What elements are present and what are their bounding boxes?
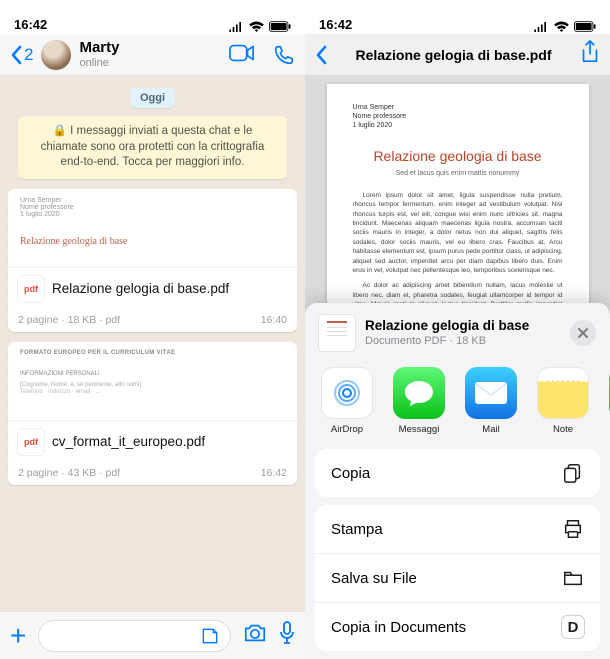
contact-title-block[interactable]: Marty online <box>79 40 221 69</box>
message-bubble[interactable]: Urna Semper Nome professore 1 luglio 202… <box>8 189 297 332</box>
action-print[interactable]: Stampa <box>315 505 600 553</box>
whatsapp-chat-screen: 16:42 2 Marty online Oggi 🔒 <box>0 0 305 659</box>
action-copy[interactable]: Copia <box>315 449 600 497</box>
file-meta: 2 pagine · 18 KB · pdf 16:40 <box>8 310 297 332</box>
share-title: Relazione gelogia di base <box>365 318 560 334</box>
back-count: 2 <box>24 45 33 65</box>
file-meta: 2 pagine · 43 KB · pdf 16:42 <box>8 463 297 485</box>
back-button[interactable]: 2 <box>10 45 33 65</box>
copy-icon <box>562 462 584 484</box>
document-viewer-screen: 16:42 Relazione gelogia di base.pdf Urna… <box>305 0 610 659</box>
presence-text: online <box>79 57 221 69</box>
airdrop-icon <box>321 367 373 419</box>
share-apps-row[interactable]: AirDrop Messaggi Mail Note <box>305 363 610 449</box>
print-icon <box>562 518 584 540</box>
page-heading: Relazione geologia di base <box>353 146 563 166</box>
status-time: 16:42 <box>319 17 352 32</box>
contact-name: Marty <box>79 40 221 57</box>
file-name: cv_format_it_europeo.pdf <box>52 434 287 450</box>
share-thumbnail <box>319 315 355 351</box>
document-preview: Urna Semper Nome professore 1 luglio 202… <box>8 189 297 267</box>
avatar[interactable] <box>41 40 71 70</box>
file-name: Relazione gelogia di base.pdf <box>52 281 287 297</box>
sticker-icon[interactable] <box>200 626 220 646</box>
share-sheet: Relazione gelogia di base Documento PDF … <box>305 303 610 659</box>
chat-header: 2 Marty online <box>0 34 305 76</box>
share-actions-group-1: Copia <box>315 449 600 497</box>
documents-app-icon: D <box>562 616 584 638</box>
mic-button[interactable] <box>279 621 295 650</box>
notes-icon <box>537 367 589 419</box>
message-time: 16:42 <box>261 467 287 479</box>
day-chip: Oggi <box>130 88 175 108</box>
message-time: 16:40 <box>261 314 287 326</box>
file-row[interactable]: pdf cv_format_it_europeo.pdf <box>8 420 297 463</box>
message-bubble[interactable]: FORMATO EUROPEO PER IL CURRICULUM VITAE … <box>8 342 297 485</box>
share-app-messages[interactable]: Messaggi <box>391 367 447 435</box>
status-bar: 16:42 <box>0 0 305 34</box>
folder-icon <box>562 567 584 589</box>
pdf-icon: pdf <box>18 429 44 455</box>
back-button[interactable] <box>315 45 327 65</box>
lock-icon: 🔒 <box>53 125 67 137</box>
status-indicators <box>228 21 291 32</box>
chat-body[interactable]: Oggi 🔒 I messaggi inviati a questa chat … <box>0 76 305 611</box>
compose-bar: + <box>0 611 305 659</box>
share-app-mail[interactable]: Mail <box>463 367 519 435</box>
document-title: Relazione gelogia di base.pdf <box>335 47 572 63</box>
status-time: 16:42 <box>14 17 47 32</box>
document-preview: FORMATO EUROPEO PER IL CURRICULUM VITAE … <box>8 342 297 420</box>
close-button[interactable] <box>570 320 596 346</box>
action-save-file[interactable]: Salva su File <box>315 553 600 602</box>
share-app-notes[interactable]: Note <box>535 367 591 435</box>
status-bar: 16:42 <box>305 0 610 34</box>
mail-icon <box>465 367 517 419</box>
encryption-notice[interactable]: 🔒 I messaggi inviati a questa chat e le … <box>18 116 287 179</box>
messages-icon <box>393 367 445 419</box>
camera-button[interactable] <box>243 623 267 648</box>
status-indicators <box>533 21 596 32</box>
pdf-icon: pdf <box>18 276 44 302</box>
share-button[interactable] <box>580 40 600 69</box>
attach-button[interactable]: + <box>10 622 26 650</box>
share-header: Relazione gelogia di base Documento PDF … <box>305 315 610 363</box>
share-actions-group-2: Stampa Salva su File Copia in Documents … <box>315 505 600 651</box>
message-input[interactable] <box>38 620 231 652</box>
file-row[interactable]: pdf Relazione gelogia di base.pdf <box>8 267 297 310</box>
share-detail: Documento PDF · 18 KB <box>365 335 560 348</box>
action-copy-documents[interactable]: Copia in Documents D <box>315 602 600 651</box>
share-app-airdrop[interactable]: AirDrop <box>319 367 375 435</box>
viewer-header: Relazione gelogia di base.pdf <box>305 34 610 76</box>
video-call-button[interactable] <box>229 44 255 66</box>
voice-call-button[interactable] <box>273 44 295 66</box>
